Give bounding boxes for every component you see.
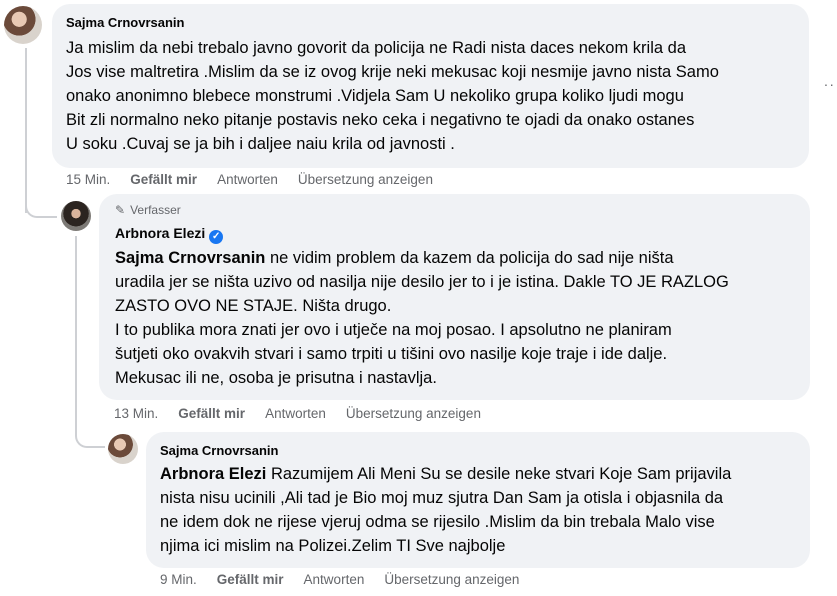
comment-author[interactable]: Arbnora Elezi <box>115 225 205 241</box>
like-button[interactable]: Gefällt mir <box>130 172 197 188</box>
comment-text: ne vidim problem da kazem da policija do… <box>115 249 729 387</box>
comment-author[interactable]: Sajma Crnovrsanin <box>66 14 795 32</box>
mention-link[interactable]: Sajma Crnovrsanin <box>115 249 265 267</box>
comment-author-row: Arbnora Elezi ✓ <box>115 224 794 244</box>
avatar[interactable] <box>4 6 42 44</box>
reply-button[interactable]: Antworten <box>304 572 365 588</box>
verified-badge-icon: ✓ <box>209 230 224 244</box>
comment-bubble: Sajma Crnovrsanin Ja mislim da nebi treb… <box>52 4 809 168</box>
thread-connector <box>25 196 57 218</box>
comment-text: Ja mislim da nebi trebalo javno govorit … <box>66 39 719 153</box>
thread-connector <box>75 426 105 448</box>
comment-timestamp[interactable]: 9 Min. <box>160 572 197 588</box>
comment-actions: 13 Min. Gefällt mir Antworten Übersetzun… <box>114 406 501 422</box>
reply-button[interactable]: Antworten <box>265 406 326 422</box>
pencil-icon: ✎ <box>115 203 126 217</box>
comment-actions: 9 Min. Gefällt mir Antworten Übersetzung… <box>160 572 539 588</box>
translate-button[interactable]: Übersetzung anzeigen <box>298 172 433 188</box>
avatar[interactable] <box>61 201 91 231</box>
reply-button[interactable]: Antworten <box>217 172 278 188</box>
comment-timestamp[interactable]: 13 Min. <box>114 406 158 422</box>
more-options-icon[interactable]: ·· <box>824 76 835 92</box>
avatar[interactable] <box>108 434 138 464</box>
comment-bubble: Sajma Crnovrsanin Arbnora Elezi Razumije… <box>146 432 810 568</box>
author-badge: ✎ Verfasser <box>115 202 794 218</box>
mention-link[interactable]: Arbnora Elezi <box>160 465 266 483</box>
translate-button[interactable]: Übersetzung anzeigen <box>346 406 481 422</box>
comment-actions: 15 Min. Gefällt mir Antworten Übersetzun… <box>66 172 453 188</box>
like-button[interactable]: Gefällt mir <box>178 406 245 422</box>
translate-button[interactable]: Übersetzung anzeigen <box>384 572 519 588</box>
comment-text-block: Sajma Crnovrsanin ne vidim problem da ka… <box>115 246 794 390</box>
thread-line <box>75 236 77 436</box>
comment-text-block: Arbnora Elezi Razumijem Ali Meni Su se d… <box>160 462 796 558</box>
comment-timestamp[interactable]: 15 Min. <box>66 172 110 188</box>
comment-author[interactable]: Sajma Crnovrsanin <box>160 442 796 460</box>
thread-line <box>25 48 27 213</box>
like-button[interactable]: Gefällt mir <box>217 572 284 588</box>
author-badge-label: Verfasser <box>130 203 181 217</box>
comment-bubble: ✎ Verfasser Arbnora Elezi ✓ Sajma Crnovrs… <box>99 194 810 400</box>
